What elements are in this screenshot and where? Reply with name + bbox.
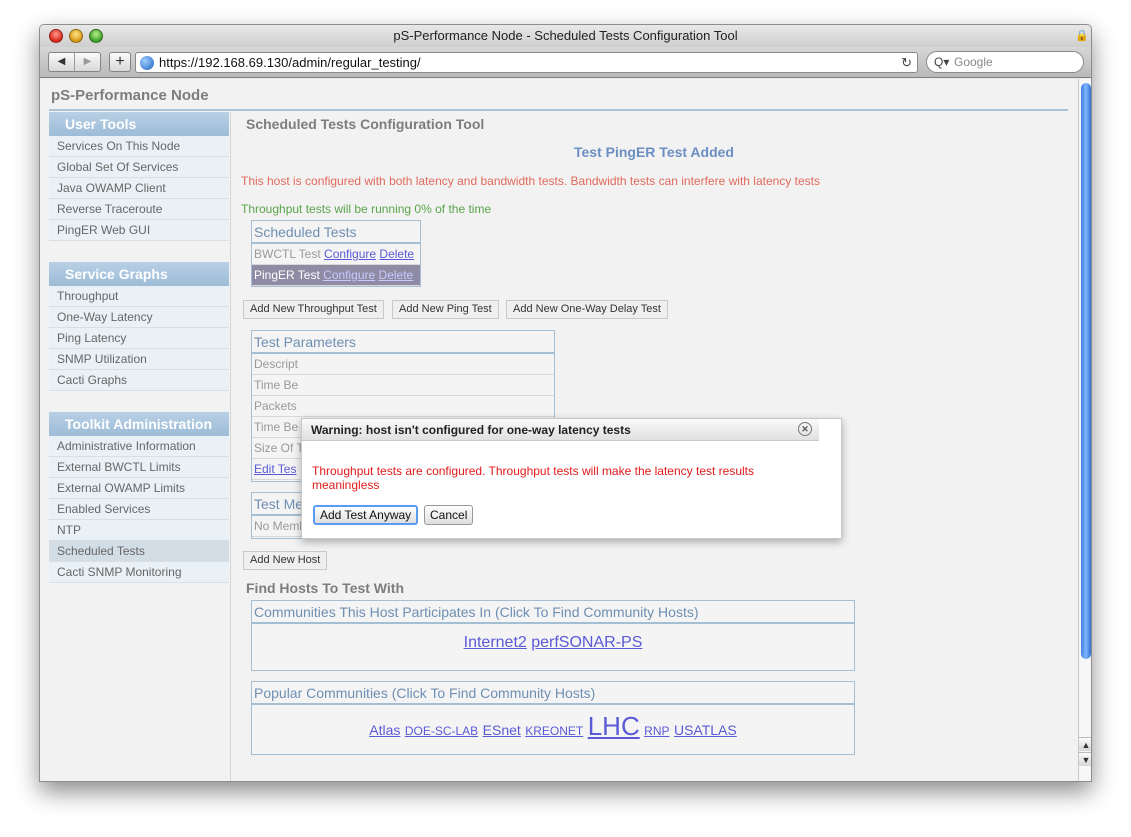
add-host-button[interactable]: Add New Host: [243, 551, 328, 570]
configure-link[interactable]: Configure: [323, 268, 375, 282]
back-button[interactable]: ◀: [49, 53, 74, 71]
box-title: Popular Communities (Click To Find Commu…: [252, 682, 854, 705]
page-title: pS-Performance Node: [49, 87, 1068, 111]
community-link[interactable]: ESnet: [483, 722, 521, 738]
community-link[interactable]: DOE-SC-LAB: [405, 724, 478, 738]
community-links: Atlas DOE-SC-LAB ESnet KREONET LHC RNP U…: [252, 705, 854, 746]
back-forward-buttons: ◀ ▶: [48, 52, 101, 72]
community-link[interactable]: RNP: [644, 724, 669, 738]
close-window-button[interactable]: [49, 29, 63, 43]
community-link[interactable]: LHC: [588, 711, 640, 741]
parameter-row: Time Be: [252, 375, 554, 396]
scroll-down-button[interactable]: ▼: [1079, 752, 1091, 766]
sidebar-header: Toolkit Administration: [49, 412, 229, 436]
vertical-scrollbar[interactable]: ▲ ▼: [1078, 79, 1091, 781]
globe-icon: [140, 56, 154, 70]
dialog-title: Warning: host isn't configured for one-w…: [302, 419, 819, 441]
sidebar-item-owamp-client[interactable]: Java OWAMP Client: [49, 178, 229, 199]
scroll-up-button[interactable]: ▲: [1079, 737, 1091, 751]
window-titlebar: pS-Performance Node - Scheduled Tests Co…: [40, 25, 1091, 47]
forward-button[interactable]: ▶: [74, 53, 100, 71]
address-text: https://192.168.69.130/admin/regular_tes…: [159, 55, 421, 70]
sidebar: User Tools Services On This Node Global …: [49, 112, 229, 604]
community-link[interactable]: Atlas: [369, 722, 400, 738]
community-link[interactable]: perfSONAR-PS: [531, 634, 642, 651]
status-message: Test PingER Test Added: [574, 144, 734, 160]
reload-icon[interactable]: ↻: [901, 53, 912, 72]
sidebar-header: User Tools: [49, 112, 229, 136]
lock-icon: 🔒: [1075, 30, 1089, 42]
sidebar-item-scheduled-tests[interactable]: Scheduled Tests: [49, 541, 229, 562]
community-links: Internet2 perfSONAR-PS: [252, 624, 854, 652]
sidebar-item-cacti-snmp[interactable]: Cacti SNMP Monitoring: [49, 562, 229, 583]
delete-link[interactable]: Delete: [379, 247, 414, 261]
sidebar-item-ntp[interactable]: NTP: [49, 520, 229, 541]
box-title: Scheduled Tests: [252, 221, 420, 244]
parameter-row: Packets: [252, 396, 554, 417]
test-name: PingER Test: [254, 268, 320, 282]
sidebar-section-service-graphs: Service Graphs Throughput One-Way Latenc…: [49, 262, 229, 391]
add-throughput-test-button[interactable]: Add New Throughput Test: [243, 300, 384, 319]
scheduled-tests-box: Scheduled Tests BWCTL Test Configure Del…: [251, 220, 421, 287]
search-placeholder: Google: [954, 55, 993, 69]
configure-link[interactable]: Configure: [324, 247, 376, 261]
browser-window: pS-Performance Node - Scheduled Tests Co…: [39, 24, 1092, 782]
edit-test-link[interactable]: Edit Tes: [254, 462, 296, 476]
box-title: Communities This Host Participates In (C…: [252, 601, 854, 624]
sidebar-item-traceroute[interactable]: Reverse Traceroute: [49, 199, 229, 220]
cancel-button[interactable]: Cancel: [424, 505, 474, 525]
sidebar-section-user-tools: User Tools Services On This Node Global …: [49, 112, 229, 241]
sidebar-item-ping[interactable]: Ping Latency: [49, 328, 229, 349]
sidebar-item-snmp[interactable]: SNMP Utilization: [49, 349, 229, 370]
test-row: PingER Test Configure Delete: [252, 265, 420, 286]
window-title: pS-Performance Node - Scheduled Tests Co…: [393, 28, 738, 43]
sidebar-item-global-services[interactable]: Global Set Of Services: [49, 157, 229, 178]
find-hosts-title: Find Hosts To Test With: [246, 580, 405, 596]
popular-communities-box: Popular Communities (Click To Find Commu…: [251, 681, 855, 755]
sidebar-item-bwctl-limits[interactable]: External BWCTL Limits: [49, 457, 229, 478]
close-icon[interactable]: ✕: [798, 422, 812, 436]
sidebar-item-throughput[interactable]: Throughput: [49, 286, 229, 307]
sidebar-item-services[interactable]: Services On This Node: [49, 136, 229, 157]
test-row: BWCTL Test Configure Delete: [252, 244, 420, 265]
add-ping-test-button[interactable]: Add New Ping Test: [392, 300, 499, 319]
page-viewport: pS-Performance Node User Tools Services …: [40, 79, 1078, 781]
search-input[interactable]: Q▾ Google: [926, 51, 1084, 73]
add-bookmark-button[interactable]: +: [109, 52, 131, 72]
zoom-window-button[interactable]: [89, 29, 103, 43]
dialog-message: Throughput tests are configured. Through…: [312, 464, 755, 492]
browser-toolbar: ◀ ▶ + https://192.168.69.130/admin/regul…: [40, 47, 1091, 78]
minimize-window-button[interactable]: [69, 29, 83, 43]
sidebar-item-pinger-gui[interactable]: PingER Web GUI: [49, 220, 229, 241]
dialog-title-text: Warning: host isn't configured for one-w…: [311, 423, 631, 437]
sidebar-section-toolkit-admin: Toolkit Administration Administrative In…: [49, 412, 229, 583]
community-link[interactable]: USATLAS: [674, 722, 737, 738]
search-icon: Q▾: [934, 55, 950, 69]
delete-link[interactable]: Delete: [379, 268, 414, 282]
participating-communities-box: Communities This Host Participates In (C…: [251, 600, 855, 671]
community-link[interactable]: KREONET: [525, 724, 583, 738]
parameter-row: Descript: [252, 354, 554, 375]
main-title: Scheduled Tests Configuration Tool: [246, 116, 485, 132]
add-test-anyway-button[interactable]: Add Test Anyway: [313, 505, 419, 525]
sidebar-item-owd[interactable]: One-Way Latency: [49, 307, 229, 328]
address-bar[interactable]: https://192.168.69.130/admin/regular_tes…: [135, 52, 918, 73]
latency-warning: This host is configured with both latenc…: [241, 174, 820, 188]
throughput-info: Throughput tests will be running 0% of t…: [241, 202, 492, 216]
sidebar-item-admin-info[interactable]: Administrative Information: [49, 436, 229, 457]
add-owd-test-button[interactable]: Add New One-Way Delay Test: [506, 300, 668, 319]
warning-dialog: Warning: host isn't configured for one-w…: [301, 418, 842, 539]
test-name: BWCTL Test: [254, 247, 321, 261]
sidebar-item-enabled-services[interactable]: Enabled Services: [49, 499, 229, 520]
scrollbar-thumb[interactable]: [1081, 83, 1091, 659]
community-link[interactable]: Internet2: [464, 634, 527, 651]
sidebar-item-owamp-limits[interactable]: External OWAMP Limits: [49, 478, 229, 499]
sidebar-header: Service Graphs: [49, 262, 229, 286]
sidebar-item-cacti[interactable]: Cacti Graphs: [49, 370, 229, 391]
box-title: Test Parameters: [252, 331, 554, 354]
